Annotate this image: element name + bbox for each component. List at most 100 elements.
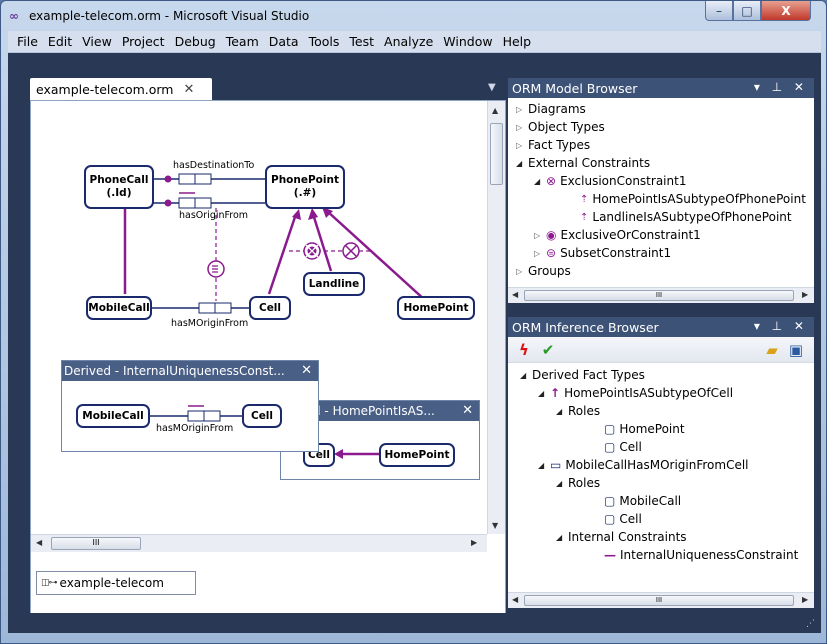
entity-phonepoint[interactable]: PhonePoint (.#) bbox=[265, 165, 345, 209]
derived-window-title-bar[interactable]: Derived - InternalUniquenessConst... ✕ bbox=[62, 361, 318, 381]
lightning-icon[interactable]: ϟ bbox=[514, 340, 534, 360]
document-dropdown-icon[interactable]: ▼ bbox=[488, 82, 496, 93]
fact-type-icon: ▭ bbox=[550, 458, 562, 472]
derived-entity-homepoint[interactable]: HomePoint bbox=[379, 443, 455, 467]
maximize-button[interactable]: □ bbox=[733, 1, 761, 21]
orm-diagram-canvas[interactable]: PhoneCall (.Id) PhonePoint (.#) MobileCa… bbox=[31, 101, 487, 534]
scroll-thumb[interactable] bbox=[490, 123, 503, 185]
scroll-right-icon[interactable]: ▶ bbox=[802, 290, 808, 299]
scroll-right-icon[interactable]: ▶ bbox=[471, 538, 477, 547]
subtype-icon: ⇡ bbox=[580, 211, 589, 223]
orm-inference-browser: ORM Inference Browser ▾ ⊥ ✕ ϟ ✔ ▰ ▣ ◢ Der… bbox=[508, 317, 814, 608]
close-icon[interactable]: ✕ bbox=[462, 403, 473, 418]
tree-item-exclusive-or[interactable]: ▷ ◉ ExclusiveOrConstraint1 bbox=[534, 226, 701, 244]
tree-item-label: Internal Constraints bbox=[568, 530, 687, 544]
tree-item-label: MobileCall bbox=[619, 494, 682, 508]
tree-item-internal-uniqueness[interactable]: — InternalUniquenessConstraint bbox=[604, 546, 798, 564]
entity-phonepoint-name: PhonePoint bbox=[271, 174, 339, 186]
scroll-left-icon[interactable]: ◀ bbox=[512, 290, 518, 299]
model-browser-hscrollbar[interactable]: ◀ III ▶ bbox=[508, 287, 814, 303]
tree-item-exclusion-constraint[interactable]: ◢ ⊗ ExclusionConstraint1 bbox=[534, 172, 686, 190]
tree-item-subset[interactable]: ▷ ⊜ SubsetConstraint1 bbox=[534, 244, 671, 262]
tree-item-label: External Constraints bbox=[528, 156, 651, 170]
menu-debug[interactable]: Debug bbox=[170, 34, 221, 49]
tree-item-label: MobileCallHasMOriginFromCell bbox=[565, 458, 749, 472]
subtype-arrow-icon: ↑ bbox=[550, 386, 561, 400]
open-folder-icon[interactable]: ▰ bbox=[762, 340, 782, 360]
menu-test[interactable]: Test bbox=[344, 34, 379, 49]
menu-analyze[interactable]: Analyze bbox=[379, 34, 438, 49]
tree-item-mobile-origin[interactable]: ◢ ▭ MobileCallHasMOriginFromCell bbox=[538, 456, 749, 474]
scroll-right-icon[interactable]: ▶ bbox=[802, 595, 808, 604]
fact-has-destination-to[interactable] bbox=[178, 173, 212, 185]
menu-view[interactable]: View bbox=[77, 34, 117, 49]
derived-entity-mobilecall[interactable]: MobileCall bbox=[76, 404, 150, 428]
menu-edit[interactable]: Edit bbox=[43, 34, 77, 49]
pane-controls[interactable]: ▾ ⊥ ✕ bbox=[754, 319, 808, 333]
tree-item-label: Cell bbox=[619, 512, 642, 526]
scroll-thumb[interactable]: III bbox=[51, 537, 141, 550]
scroll-thumb[interactable]: III bbox=[524, 290, 794, 301]
close-icon[interactable]: ✕ bbox=[301, 363, 312, 378]
menu-tools[interactable]: Tools bbox=[304, 34, 345, 49]
tree-item-role-cell[interactable]: ▢ Cell bbox=[604, 510, 642, 528]
menu-project[interactable]: Project bbox=[117, 34, 170, 49]
scroll-left-icon[interactable]: ◀ bbox=[512, 595, 518, 604]
tree-item-label: HomePointIsASubtypeOfCell bbox=[564, 386, 734, 400]
save-icon[interactable]: ▣ bbox=[786, 340, 806, 360]
tree-item-derived-fact-types[interactable]: ◢ Derived Fact Types bbox=[520, 366, 645, 384]
resize-grip-icon[interactable]: ⋰ bbox=[806, 619, 815, 629]
tree-item-groups[interactable]: ▷ Groups bbox=[516, 262, 571, 280]
window-title: example-telecom.orm - Microsoft Visual S… bbox=[29, 9, 310, 23]
tree-item-roles[interactable]: ◢ Roles bbox=[556, 402, 600, 420]
diagram-tab-example-telecom[interactable]: ◫⊶ example-telecom bbox=[36, 571, 196, 595]
tree-item-fact-types[interactable]: ▷ Fact Types bbox=[516, 136, 590, 154]
checkmark-icon[interactable]: ✔ bbox=[538, 340, 558, 360]
menu-team[interactable]: Team bbox=[221, 34, 264, 49]
tree-item-home-subtype[interactable]: ⇡ HomePointIsASubtypeOfPhonePoint bbox=[580, 190, 806, 208]
tree-item-label: Roles bbox=[568, 404, 601, 418]
tab-close-icon[interactable]: ✕ bbox=[183, 82, 194, 97]
tree-item-label: SubsetConstraint1 bbox=[560, 246, 672, 260]
entity-phonecall[interactable]: PhoneCall (.Id) bbox=[84, 165, 154, 209]
tree-item-role-mobilecall[interactable]: ▢ MobileCall bbox=[604, 492, 681, 510]
menu-window[interactable]: Window bbox=[438, 34, 497, 49]
tree-item-role-cell[interactable]: ▢ Cell bbox=[604, 438, 642, 456]
tab-label: example-telecom.orm bbox=[36, 81, 174, 97]
menu-help[interactable]: Help bbox=[498, 34, 537, 49]
minimize-button[interactable]: – bbox=[705, 1, 733, 21]
tab-example-telecom[interactable]: example-telecom.orm ✕ bbox=[30, 78, 212, 100]
diagram-horizontal-scrollbar[interactable]: ◀ III ▶ bbox=[31, 534, 487, 552]
menu-file[interactable]: File bbox=[12, 34, 43, 49]
entity-mobilecall[interactable]: MobileCall bbox=[86, 296, 152, 320]
fact-has-m-origin-from[interactable] bbox=[198, 302, 232, 314]
title-bar[interactable]: ∞ example-telecom.orm - Microsoft Visual… bbox=[1, 1, 826, 31]
main-window: ∞ example-telecom.orm - Microsoft Visual… bbox=[0, 0, 827, 644]
scroll-up-icon[interactable]: ▲ bbox=[492, 106, 498, 115]
scroll-down-icon[interactable]: ▼ bbox=[492, 521, 498, 530]
entity-homepoint[interactable]: HomePoint bbox=[397, 296, 475, 320]
tree-item-internal-constraints[interactable]: ◢ Internal Constraints bbox=[556, 528, 687, 546]
tree-item-roles[interactable]: ◢ Roles bbox=[556, 474, 600, 492]
scroll-thumb[interactable]: III bbox=[524, 595, 794, 606]
tree-item-home-subtype-cell[interactable]: ◢ ↑ HomePointIsASubtypeOfCell bbox=[538, 384, 733, 402]
tree-item-diagrams[interactable]: ▷ Diagrams bbox=[516, 100, 586, 118]
tree-item-object-types[interactable]: ▷ Object Types bbox=[516, 118, 605, 136]
fact-has-origin-from[interactable] bbox=[178, 192, 212, 209]
tree-item-landline-subtype[interactable]: ⇡ LandlineIsASubtypeOfPhonePoint bbox=[580, 208, 792, 226]
inference-browser-header[interactable]: ORM Inference Browser ▾ ⊥ ✕ bbox=[508, 317, 814, 337]
tree-item-role-homepoint[interactable]: ▢ HomePoint bbox=[604, 420, 685, 438]
inference-browser-hscrollbar[interactable]: ◀ III ▶ bbox=[508, 592, 814, 608]
pane-controls[interactable]: ▾ ⊥ ✕ bbox=[754, 80, 808, 94]
model-browser-header[interactable]: ORM Model Browser ▾ ⊥ ✕ bbox=[508, 78, 814, 98]
scroll-left-icon[interactable]: ◀ bbox=[36, 538, 42, 547]
menu-data[interactable]: Data bbox=[264, 34, 304, 49]
derived-entity-cell[interactable]: Cell bbox=[242, 404, 282, 428]
tree-item-label: Derived Fact Types bbox=[532, 368, 645, 382]
derived-window-internal-uniqueness[interactable]: Derived - InternalUniquenessConst... ✕ M… bbox=[61, 360, 319, 452]
entity-cell[interactable]: Cell bbox=[249, 296, 291, 320]
close-button[interactable]: X bbox=[761, 1, 811, 21]
diagram-vertical-scrollbar[interactable]: ▲ ▼ bbox=[487, 101, 505, 534]
entity-landline[interactable]: Landline bbox=[303, 272, 365, 296]
tree-item-external-constraints[interactable]: ◢ External Constraints bbox=[516, 154, 650, 172]
